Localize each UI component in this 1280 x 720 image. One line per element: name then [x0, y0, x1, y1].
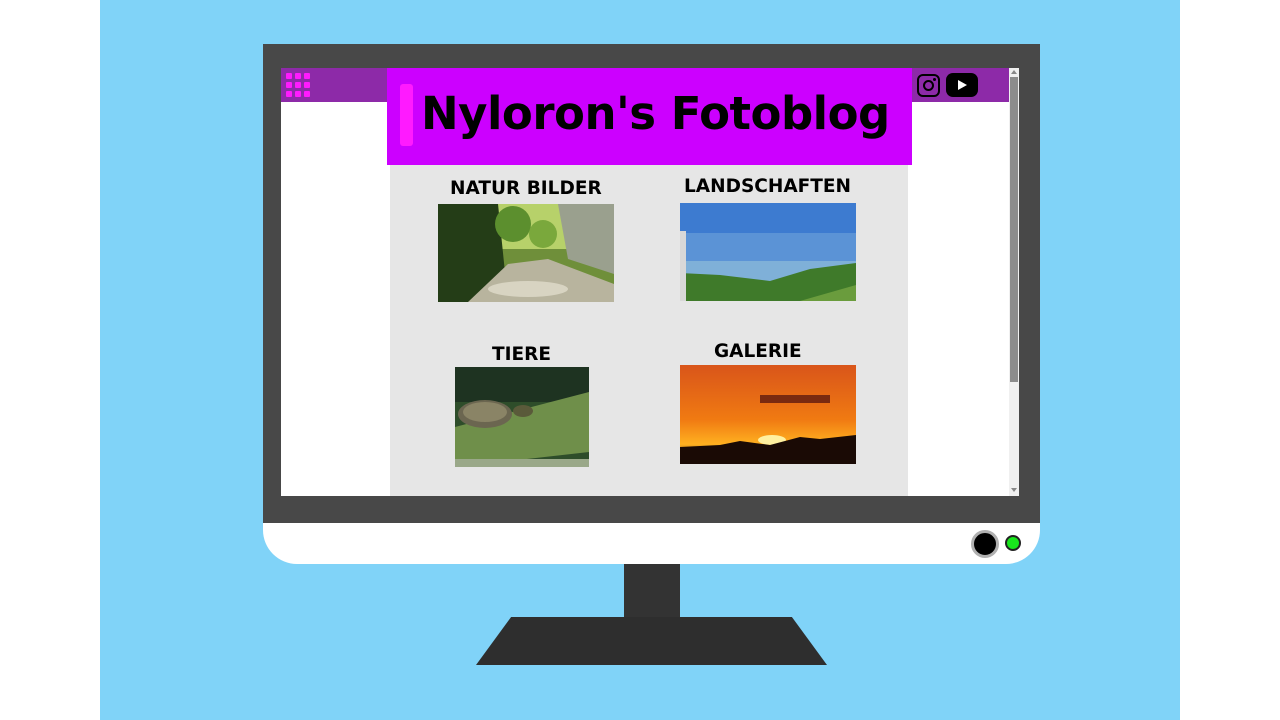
- site-title: Nyloron's Fotoblog: [421, 87, 890, 140]
- header-accent-bar: [400, 84, 413, 146]
- power-button[interactable]: [971, 530, 999, 558]
- site-header: Nyloron's Fotoblog: [387, 68, 912, 165]
- section-image-landschaften[interactable]: [680, 203, 856, 301]
- scrollbar-thumb[interactable]: [1010, 77, 1018, 382]
- monitor-chin: [263, 523, 1040, 564]
- page-content: NATUR BILDER LANDSCHAFTEN TIERE GALERIE: [390, 165, 908, 496]
- section-title-tiere: TIERE: [492, 344, 552, 365]
- sunset-photo: [680, 365, 856, 464]
- section-title-landschaften: LANDSCHAFTEN: [684, 176, 852, 197]
- apps-grid-icon[interactable]: [286, 73, 310, 97]
- forest-gorge-photo: [438, 204, 614, 302]
- section-image-tiere[interactable]: [455, 367, 589, 467]
- monitor-screen: NATUR BILDER LANDSCHAFTEN TIERE GALERIE …: [281, 68, 1019, 496]
- section-image-galerie[interactable]: [680, 365, 856, 464]
- section-title-galerie: GALERIE: [714, 341, 802, 362]
- scroll-up-arrow-icon[interactable]: [1011, 70, 1017, 74]
- youtube-icon[interactable]: [946, 73, 978, 97]
- section-title-natur-bilder: NATUR BILDER: [450, 178, 602, 199]
- section-image-natur-bilder[interactable]: [438, 204, 614, 302]
- instagram-icon[interactable]: [917, 74, 940, 97]
- power-indicator-light: [1005, 535, 1021, 551]
- monitor-stand-base: [476, 617, 827, 665]
- scrollbar[interactable]: [1009, 68, 1019, 496]
- scroll-down-arrow-icon[interactable]: [1011, 488, 1017, 492]
- lake-panorama-photo: [680, 203, 856, 301]
- turtle-photo: [455, 367, 589, 467]
